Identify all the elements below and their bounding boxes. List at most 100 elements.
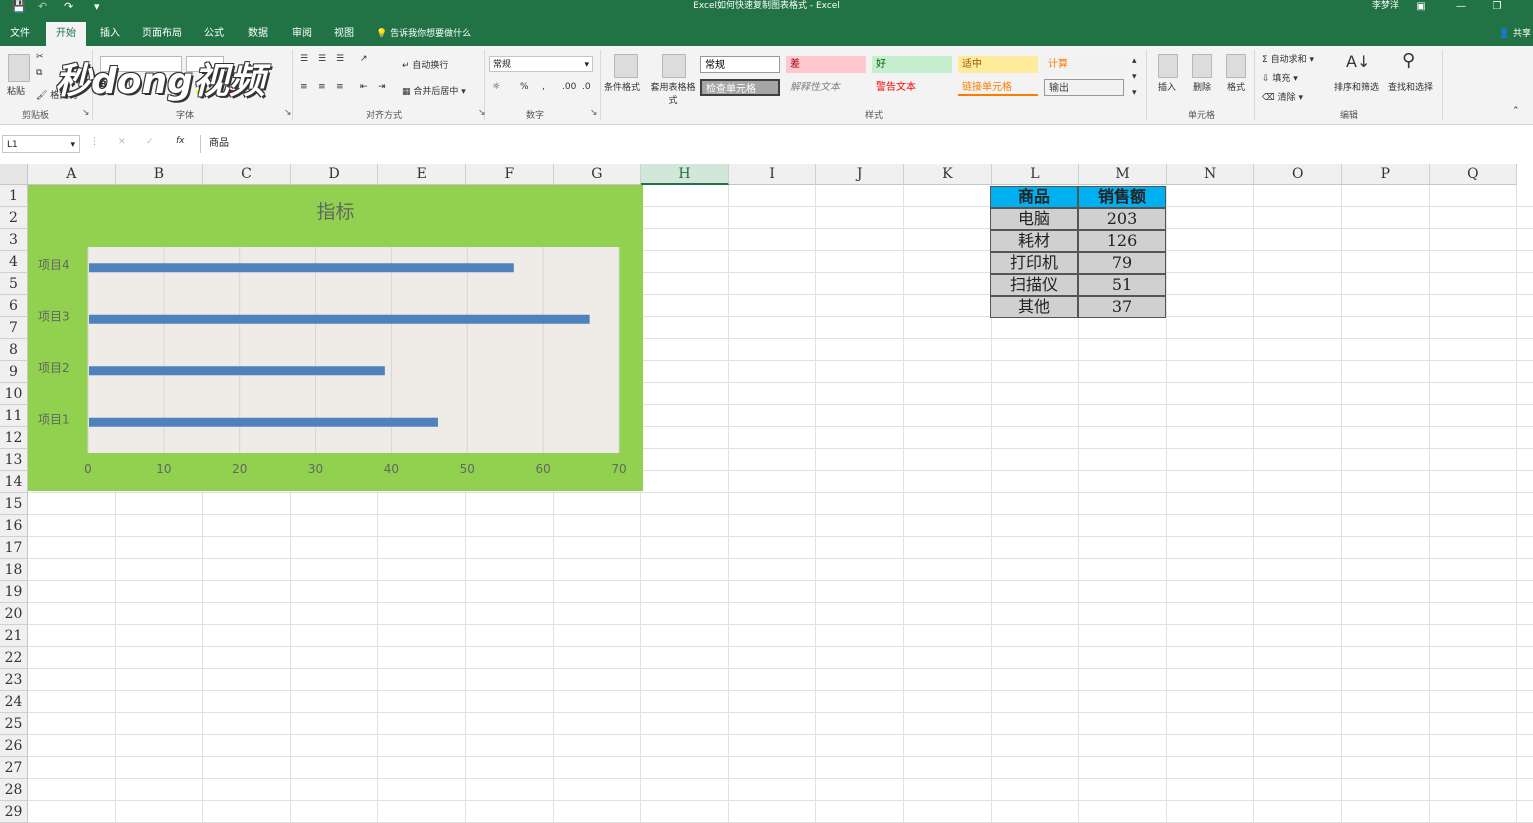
percent-icon[interactable]: %	[520, 82, 529, 92]
row-header-25[interactable]: 25	[0, 713, 28, 735]
minimize-icon[interactable]: —	[1451, 0, 1471, 13]
indent-decrease-icon[interactable]: ⇤	[360, 82, 368, 92]
table-cell[interactable]: 电脑	[990, 208, 1078, 230]
name-box[interactable]: L1 ▾	[2, 135, 80, 153]
dialog-launcher-icon[interactable]: ↘	[590, 108, 598, 118]
column-header-J[interactable]: J	[816, 164, 904, 185]
table-cell[interactable]: 37	[1078, 296, 1166, 318]
indent-increase-icon[interactable]: ⇥	[378, 82, 386, 92]
table-cell[interactable]: 打印机	[990, 252, 1078, 274]
tab-7[interactable]: 视图	[332, 24, 356, 46]
share-button[interactable]: 👤 共享	[1499, 26, 1531, 42]
cell-style-5[interactable]: 检查单元格	[700, 79, 780, 96]
conditional-format-button[interactable]: 条件格式	[604, 80, 640, 93]
middle-align-icon[interactable]: ☰	[318, 54, 326, 64]
gallery-scroll-up-icon[interactable]: ▴	[1132, 56, 1137, 66]
dialog-launcher-icon[interactable]: ↘	[82, 108, 90, 118]
table-cell[interactable]: 203	[1078, 208, 1166, 230]
row-header-5[interactable]: 5	[0, 273, 28, 295]
row-header-26[interactable]: 26	[0, 735, 28, 757]
cell-style-2[interactable]: 好	[872, 56, 952, 73]
row-header-27[interactable]: 27	[0, 757, 28, 779]
table-cell[interactable]: 51	[1078, 274, 1166, 296]
row-header-15[interactable]: 15	[0, 493, 28, 515]
formula-input[interactable]: 商品	[200, 135, 1533, 153]
autosum-button[interactable]: Σ 自动求和 ▾	[1262, 52, 1314, 65]
cell-style-7[interactable]: 警告文本	[872, 79, 952, 96]
column-header-E[interactable]: E	[378, 164, 466, 185]
find-select-button[interactable]: 查找和选择	[1388, 80, 1433, 93]
tell-me-box[interactable]: 💡 告诉我你想要做什么	[376, 26, 471, 42]
column-header-I[interactable]: I	[728, 164, 817, 185]
align-center-icon[interactable]: ≡	[318, 82, 326, 92]
table-cell[interactable]: 耗材	[990, 230, 1078, 252]
row-header-14[interactable]: 14	[0, 471, 28, 493]
row-header-8[interactable]: 8	[0, 339, 28, 361]
row-header-17[interactable]: 17	[0, 537, 28, 559]
column-header-B[interactable]: B	[115, 164, 204, 185]
table-cell[interactable]: 79	[1078, 252, 1166, 274]
align-right-icon[interactable]: ≡	[336, 82, 344, 92]
row-header-16[interactable]: 16	[0, 515, 28, 537]
align-left-icon[interactable]: ≡	[300, 82, 308, 92]
cell-style-8[interactable]: 链接单元格	[958, 79, 1038, 96]
number-format-dropdown[interactable]: 常规 ▾	[489, 56, 593, 72]
accounting-format-icon[interactable]: ☼	[492, 82, 500, 92]
user-name[interactable]: 李梦洋	[1372, 0, 1399, 13]
row-header-13[interactable]: 13	[0, 449, 28, 471]
merge-center-button[interactable]: ▦ 合并后居中 ▾	[402, 84, 466, 97]
cell-style-9[interactable]: 输出	[1044, 79, 1124, 96]
bottom-align-icon[interactable]: ☰	[336, 54, 344, 64]
row-header-2[interactable]: 2	[0, 207, 28, 229]
tab-5[interactable]: 数据	[246, 24, 270, 46]
row-header-20[interactable]: 20	[0, 603, 28, 625]
tab-0[interactable]: 文件	[8, 24, 32, 46]
decrease-decimal-icon[interactable]: .0	[582, 82, 591, 92]
row-header-19[interactable]: 19	[0, 581, 28, 603]
row-header-1[interactable]: 1	[0, 185, 28, 207]
row-header-9[interactable]: 9	[0, 361, 28, 383]
insert-button[interactable]: 插入	[1158, 80, 1176, 93]
column-header-C[interactable]: C	[203, 164, 291, 185]
top-align-icon[interactable]: ☰	[300, 54, 308, 64]
column-header-H[interactable]: H	[641, 164, 729, 185]
cell-style-1[interactable]: 差	[786, 56, 866, 73]
cut-icon[interactable]: ✂	[36, 52, 44, 62]
row-header-24[interactable]: 24	[0, 691, 28, 713]
fill-button[interactable]: ⇩ 填充 ▾	[1262, 71, 1298, 84]
tab-1[interactable]: 开始	[46, 22, 86, 46]
sort-filter-button[interactable]: 排序和筛选	[1334, 80, 1379, 93]
cell-style-0[interactable]: 常规	[700, 56, 780, 73]
increase-decimal-icon[interactable]: .00	[562, 82, 576, 92]
row-header-22[interactable]: 22	[0, 647, 28, 669]
format-button[interactable]: 格式	[1227, 80, 1245, 93]
paste-button[interactable]: 粘贴	[7, 84, 25, 97]
dialog-launcher-icon[interactable]: ↘	[284, 108, 292, 118]
column-header-K[interactable]: K	[904, 164, 992, 185]
row-header-12[interactable]: 12	[0, 427, 28, 449]
row-header-18[interactable]: 18	[0, 559, 28, 581]
ribbon-display-options-icon[interactable]: ▣	[1411, 0, 1431, 13]
restore-icon[interactable]: ❐	[1487, 0, 1507, 13]
column-header-G[interactable]: G	[553, 164, 642, 185]
cell-style-6[interactable]: 解释性文本	[786, 79, 866, 96]
row-header-29[interactable]: 29	[0, 801, 28, 823]
row-header-6[interactable]: 6	[0, 295, 28, 317]
table-format-button[interactable]: 套用表格格式	[650, 80, 696, 106]
tab-6[interactable]: 审阅	[290, 24, 314, 46]
row-header-3[interactable]: 3	[0, 229, 28, 251]
row-header-7[interactable]: 7	[0, 317, 28, 339]
row-header-10[interactable]: 10	[0, 383, 28, 405]
column-header-O[interactable]: O	[1254, 164, 1342, 185]
column-header-D[interactable]: D	[290, 164, 379, 185]
column-header-M[interactable]: M	[1079, 164, 1167, 185]
column-header-L[interactable]: L	[991, 164, 1080, 185]
table-cell[interactable]: 扫描仪	[990, 274, 1078, 296]
comma-style-icon[interactable]: ,	[542, 82, 545, 92]
row-header-21[interactable]: 21	[0, 625, 28, 647]
dialog-launcher-icon[interactable]: ↘	[478, 108, 486, 118]
copy-icon[interactable]: ⧉	[36, 68, 42, 78]
row-header-4[interactable]: 4	[0, 251, 28, 273]
column-header-N[interactable]: N	[1166, 164, 1255, 185]
column-header-P[interactable]: P	[1342, 164, 1430, 185]
